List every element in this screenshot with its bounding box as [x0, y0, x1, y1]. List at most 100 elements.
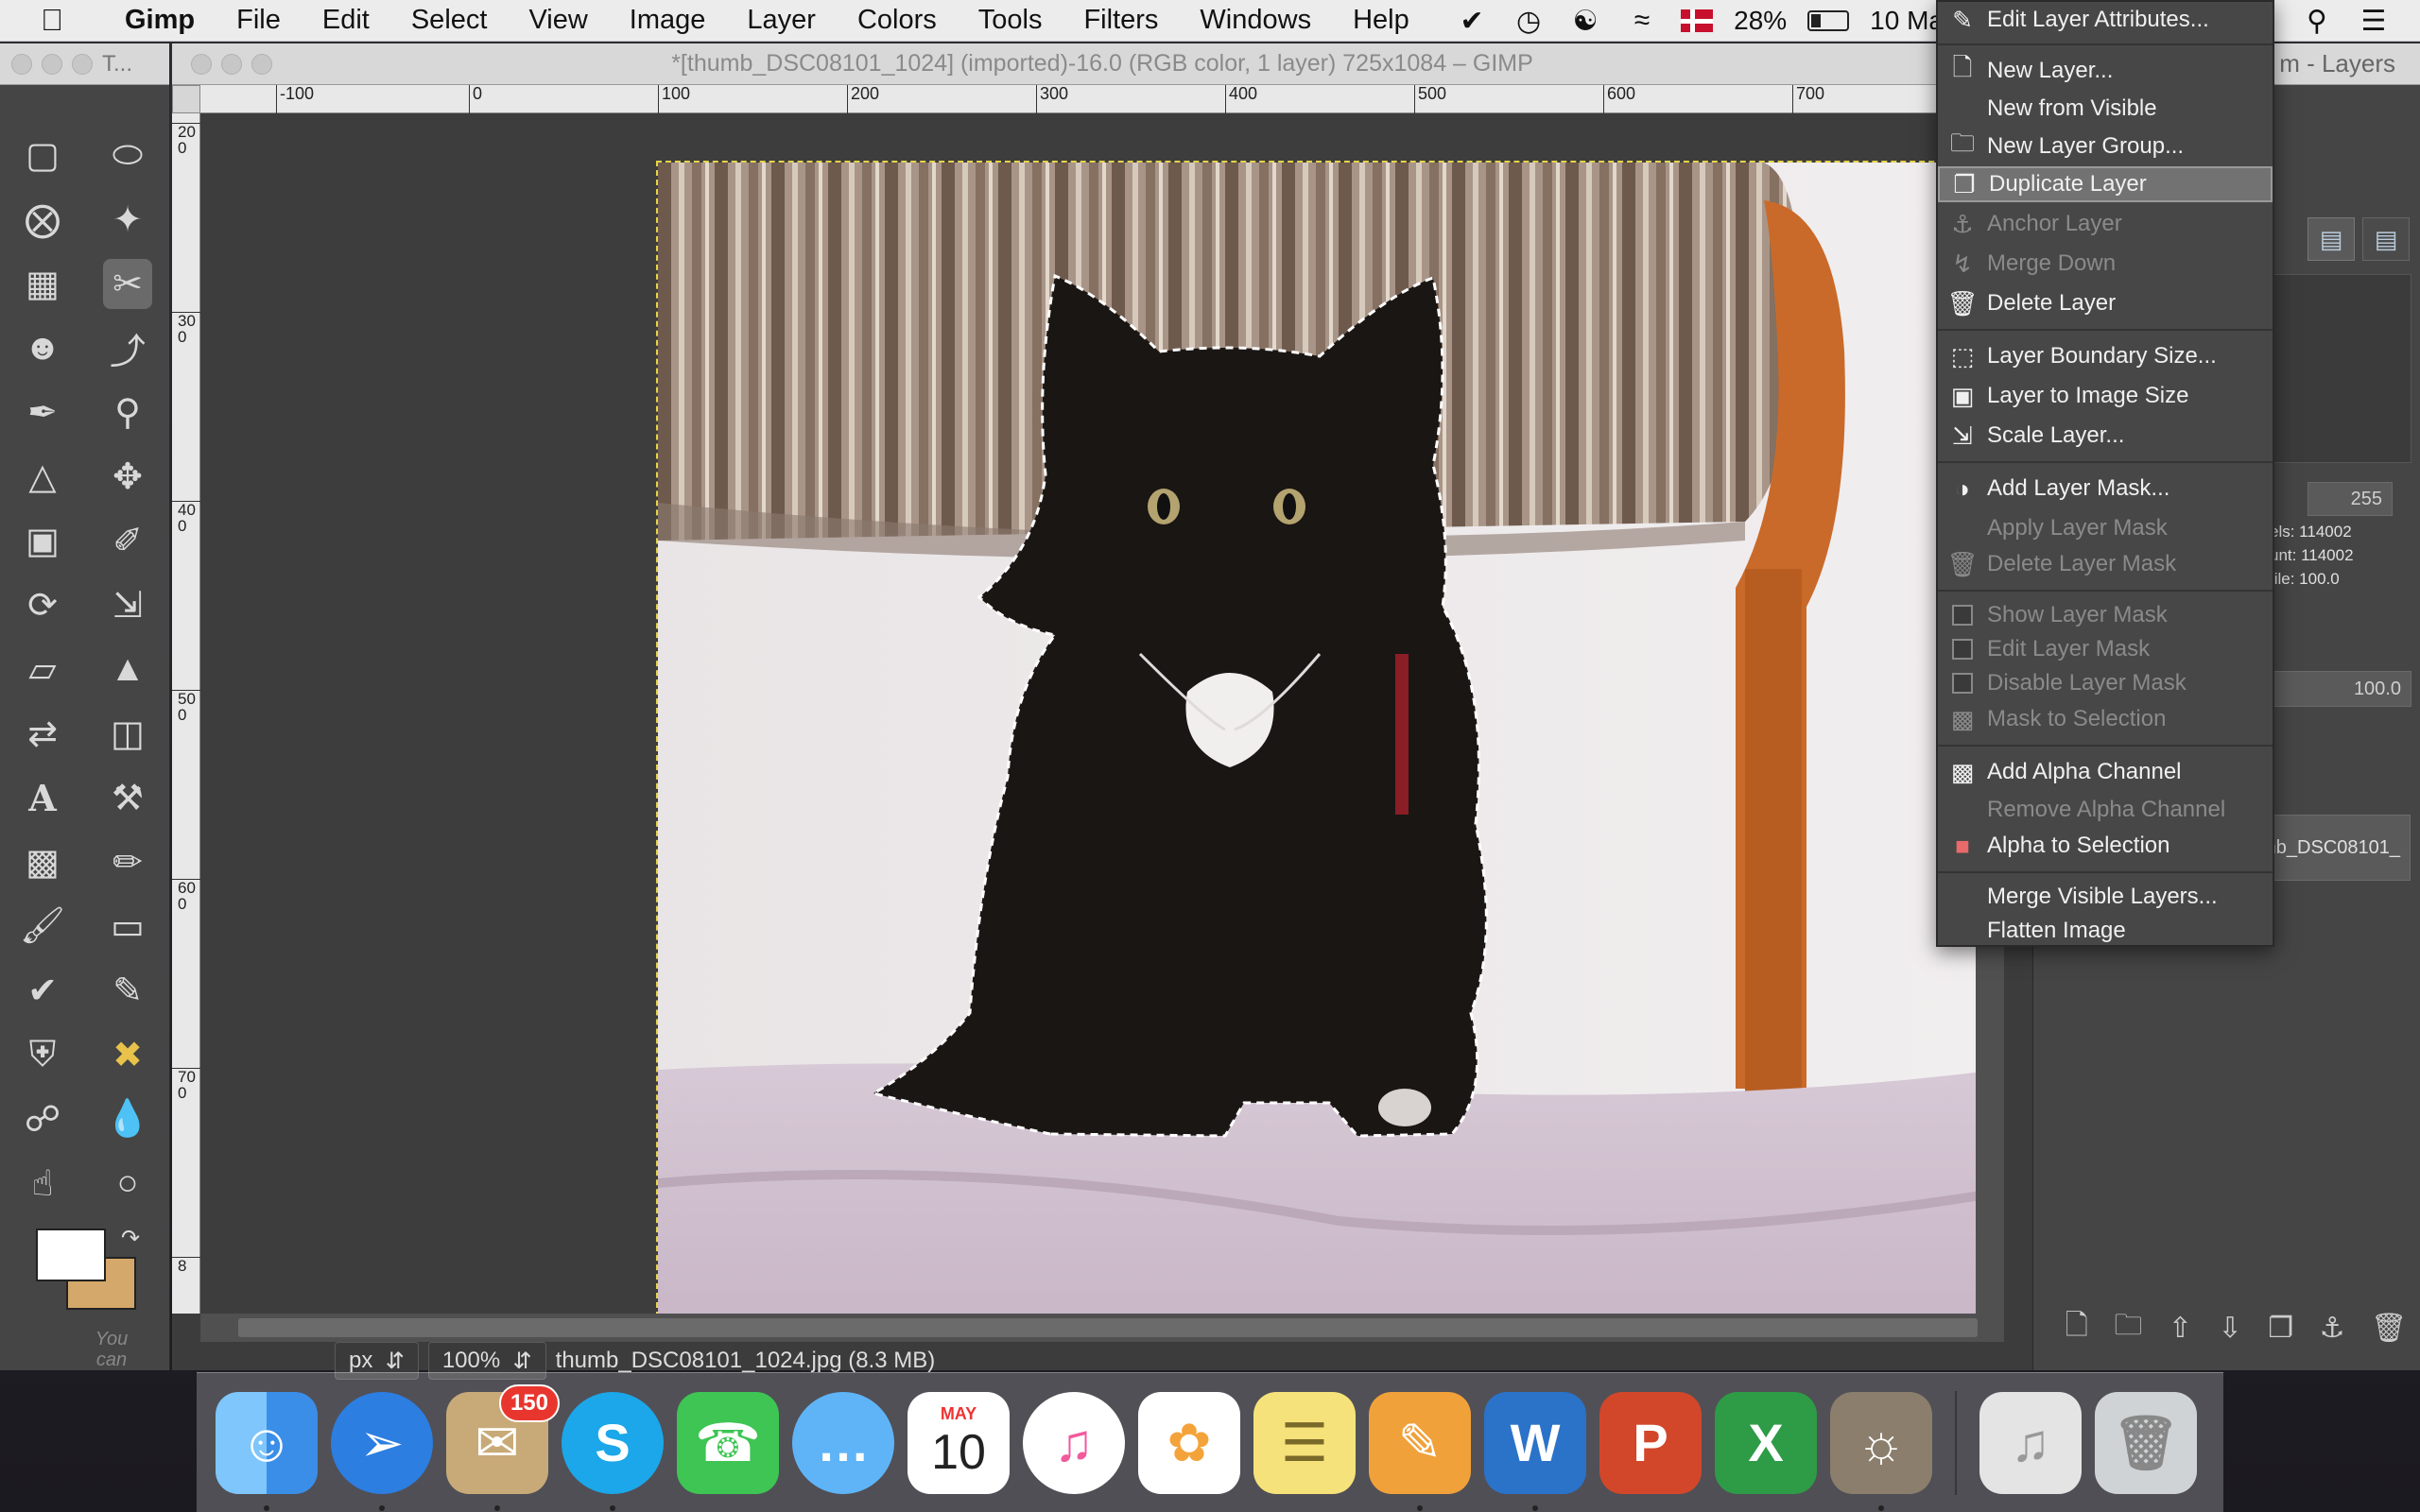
crop-tool-icon[interactable]: ✐ — [85, 508, 170, 573]
dock-messages-icon[interactable]: … — [792, 1391, 894, 1494]
dock-pages-icon[interactable]: ✎ — [1369, 1391, 1471, 1511]
scale-tool-icon[interactable]: ⇲ — [85, 573, 170, 637]
align-tool-icon[interactable]: ▣ — [0, 508, 85, 573]
dock-finder-icon[interactable]: ☺ — [216, 1391, 318, 1511]
foreground-color-swatch[interactable] — [36, 1228, 106, 1281]
blend-tool-icon[interactable]: ▩ — [0, 830, 85, 894]
quick-mask-corner[interactable] — [172, 85, 200, 113]
close-icon[interactable] — [11, 53, 32, 75]
zoom-tool-icon[interactable]: ⚲ — [85, 380, 170, 444]
shear-tool-icon[interactable]: ▱ — [0, 637, 85, 701]
menu-image[interactable]: Image — [609, 5, 727, 36]
checkmark-circle-icon[interactable]: ✔ — [1454, 5, 1490, 37]
lasso-tool-icon[interactable]: ⨂ — [0, 187, 85, 251]
dock-notes-icon[interactable]: ☰ — [1253, 1391, 1356, 1494]
menu-item-add-alpha-channel[interactable]: ▩ Add Alpha Channel — [1938, 754, 2273, 790]
dock-itunes-icon[interactable]: ♫ — [1023, 1391, 1125, 1494]
dock-mail-icon[interactable]: ✉ 150 — [446, 1383, 560, 1511]
color-picker-tool-icon[interactable]: ✒ — [0, 380, 85, 444]
duplicate-layer-icon[interactable]: ❐ — [2268, 1312, 2293, 1345]
rect-select-tool-icon[interactable]: ▢ — [0, 123, 85, 187]
horizontal-ruler[interactable]: -100 0 100 200 300 400 500 600 700 — [200, 85, 2004, 113]
clone-tool-icon[interactable]: ⛨ — [0, 1022, 85, 1087]
menu-layer[interactable]: Layer — [726, 5, 837, 36]
cage-transform-tool-icon[interactable]: ◫ — [85, 701, 170, 765]
image-canvas[interactable] — [656, 161, 2000, 1314]
anchor-layer-icon[interactable]: ⚓ — [2320, 1312, 2345, 1345]
menu-select[interactable]: Select — [390, 5, 509, 36]
heal-tool-icon[interactable]: ✖ — [85, 1022, 170, 1087]
perspective-clone-tool-icon[interactable]: ☍ — [0, 1087, 85, 1151]
menu-item-merge-visible-layers[interactable]: Merge Visible Layers... — [1938, 879, 2273, 915]
dock-music-folder-icon[interactable]: ♫ — [1979, 1391, 2082, 1494]
notification-center-icon[interactable]: ☰ — [2356, 5, 2392, 37]
dock-trash-icon[interactable]: 🗑 — [2095, 1391, 2197, 1494]
checkbox[interactable] — [1952, 673, 1973, 694]
horizontal-scroll-thumb[interactable] — [238, 1318, 1978, 1337]
dock-powerpoint-icon[interactable]: P — [1599, 1391, 1702, 1494]
menu-item-apply-layer-mask[interactable]: Apply Layer Mask — [1938, 510, 2273, 546]
raise-layer-icon[interactable]: ⇧ — [2169, 1312, 2192, 1345]
menu-item-new-from-visible[interactable]: New from Visible — [1938, 91, 2273, 127]
menu-item-anchor-layer[interactable]: ⚓ Anchor Layer — [1938, 206, 2273, 242]
ink-tool-icon[interactable]: ✎ — [85, 958, 170, 1022]
apple-icon[interactable]:  — [0, 3, 104, 38]
menu-item-delete-layer-mask[interactable]: 🗑 Delete Layer Mask — [1938, 546, 2273, 582]
dock-excel-icon[interactable]: X — [1715, 1391, 1817, 1494]
pencil-tool-icon[interactable]: ✏ — [85, 830, 170, 894]
blur-tool-icon[interactable]: 💧 — [85, 1087, 170, 1151]
checkbox[interactable] — [1952, 639, 1973, 660]
menu-item-duplicate-layer[interactable]: ❐ Duplicate Layer — [1938, 166, 2273, 202]
menu-edit[interactable]: Edit — [302, 5, 390, 36]
menu-item-add-layer-mask[interactable]: ◑ Add Layer Mask... — [1938, 471, 2273, 507]
dock-word-icon[interactable]: W — [1484, 1391, 1586, 1511]
wifi-icon[interactable]: ≈ — [1624, 5, 1660, 37]
checkbox[interactable] — [1952, 605, 1973, 626]
dock-photos-icon[interactable]: ✿ — [1138, 1391, 1240, 1494]
flip-tool-icon[interactable]: ⇄ — [0, 701, 85, 765]
menu-item-layer-boundary-size[interactable]: ⬚ Layer Boundary Size... — [1938, 338, 2273, 374]
menu-item-edit-layer-attributes[interactable]: ✎ Edit Layer Attributes... — [1938, 2, 2273, 38]
fuzzy-select-tool-icon[interactable]: ✦ — [85, 187, 170, 251]
accessibility-icon[interactable]: ☯ — [1567, 5, 1603, 37]
opacity-field[interactable]: 100.0 — [2270, 671, 2411, 707]
paths-tool-icon[interactable]: ⤴ — [85, 316, 170, 380]
vertical-ruler[interactable]: 200 300 400 500 600 700 8 — [172, 113, 200, 1314]
menu-item-scale-layer[interactable]: ⇲ Scale Layer... — [1938, 418, 2273, 454]
airbrush-tool-icon[interactable]: ✔ — [0, 958, 85, 1022]
menu-help[interactable]: Help — [1332, 5, 1430, 36]
new-layer-icon[interactable]: 🗋 — [2066, 1304, 2088, 1352]
rotate-tool-icon[interactable]: ⟳ — [0, 573, 85, 637]
menu-item-show-layer-mask[interactable]: Show Layer Mask — [1938, 597, 2273, 633]
canvas-area[interactable] — [200, 113, 2004, 1314]
histogram-linear-icon[interactable]: ▤ — [2308, 217, 2355, 261]
menu-item-layer-to-image-size[interactable]: ▣ Layer to Image Size — [1938, 378, 2273, 414]
move-tool-icon[interactable]: ✥ — [85, 444, 170, 508]
eraser-tool-icon[interactable]: ▭ — [85, 894, 170, 958]
menu-app-name[interactable]: Gimp — [104, 5, 216, 36]
bucket-fill-tool-icon[interactable]: ⚒ — [85, 765, 170, 830]
dock-gimp-icon[interactable]: ☼ — [1830, 1391, 1932, 1511]
dodge-burn-tool-icon[interactable]: ○ — [85, 1151, 170, 1215]
histogram-log-icon[interactable]: ▤ — [2362, 217, 2410, 261]
menu-item-merge-down[interactable]: ↯ Merge Down — [1938, 246, 2273, 282]
menu-windows[interactable]: Windows — [1179, 5, 1332, 36]
menu-item-mask-to-selection[interactable]: ▩ Mask to Selection — [1938, 701, 2273, 737]
measure-tool-icon[interactable]: △ — [0, 444, 85, 508]
time-machine-icon[interactable]: ◷ — [1511, 5, 1547, 37]
menu-colors[interactable]: Colors — [837, 5, 958, 36]
menu-file[interactable]: File — [216, 5, 302, 36]
spotlight-icon[interactable]: ⚲ — [2299, 5, 2335, 37]
menu-item-edit-layer-mask[interactable]: Edit Layer Mask — [1938, 631, 2273, 667]
minimize-icon[interactable] — [42, 53, 62, 75]
smudge-tool-icon[interactable]: ☝ — [0, 1151, 85, 1215]
menu-item-delete-layer[interactable]: 🗑 Delete Layer — [1938, 285, 2273, 321]
menu-item-new-layer[interactable]: 🗋 New Layer... — [1938, 53, 2273, 89]
lower-layer-icon[interactable]: ⇩ — [2219, 1312, 2242, 1345]
foreground-select-tool-icon[interactable]: ☻ — [0, 316, 85, 380]
ellipse-select-tool-icon[interactable]: ⬭ — [85, 123, 170, 187]
menu-tools[interactable]: Tools — [958, 5, 1063, 36]
menu-item-alpha-to-selection[interactable]: ■ Alpha to Selection — [1938, 828, 2273, 864]
battery-icon[interactable] — [1807, 10, 1850, 31]
new-group-icon[interactable]: 🗀 — [2114, 1304, 2142, 1352]
